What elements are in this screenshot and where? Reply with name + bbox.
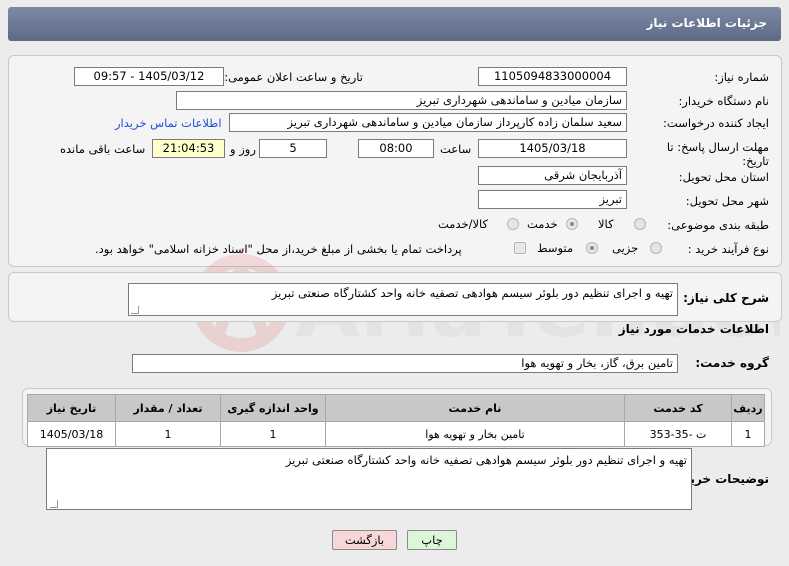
announce-date-label: تاریخ و ساعت اعلان عمومی: — [224, 70, 363, 84]
process-label: نوع فرآیند خرید : — [687, 242, 769, 256]
deadline-label: مهلت ارسال پاسخ: تا تاریخ: — [666, 140, 769, 168]
category-label: طبقه بندی موضوعی: — [667, 218, 769, 232]
deadline-time-label: ساعت — [440, 142, 472, 156]
creator-label: ایجاد کننده درخواست: — [663, 116, 769, 130]
payment-note: پرداخت تمام یا بخشی از مبلغ خرید،از محل … — [95, 242, 462, 256]
back-button[interactable]: بازگشت — [332, 530, 397, 550]
province-field: آذربایجان شرقی — [478, 166, 627, 185]
treasury-checkbox[interactable] — [514, 242, 526, 254]
table-header-row: ردیف کد خدمت نام خدمت واحد اندازه گیری ت… — [27, 394, 765, 422]
category-option-goods: کالا — [598, 217, 614, 231]
buyer-notes-resize-handle[interactable] — [50, 500, 58, 508]
col-unit: واحد اندازه گیری — [220, 394, 326, 422]
cell-service-name: تامین بخار و تهویه هوا — [325, 421, 625, 447]
city-label: شهر محل تحویل: — [685, 194, 769, 208]
table-row: 1 ت -35-353 تامین بخار و تهویه هوا 1 1 1… — [27, 421, 765, 447]
buyer-org-label: نام دستگاه خریدار: — [678, 94, 769, 108]
cell-need-date: 1405/03/18 — [27, 421, 116, 447]
need-number-label: شماره نیاز: — [714, 70, 769, 84]
buyer-notes-field: تهیه و اجرای تنظیم دور بلوئر سیسم هوادهی… — [46, 448, 692, 510]
summary-resize-handle[interactable] — [131, 306, 139, 314]
cell-row-number: 1 — [731, 421, 765, 447]
days-label: روز و — [230, 142, 256, 156]
col-quantity: تعداد / مقدار — [115, 394, 221, 422]
process-radio-medium[interactable] — [586, 242, 598, 254]
summary-field: تهیه و اجرای تنظیم دور بلوئر سیسم هوادهی… — [128, 283, 678, 316]
province-label: استان محل تحویل: — [678, 170, 769, 184]
announce-date-field: 1405/03/12 - 09:57 — [74, 67, 224, 86]
remaining-time-field: 21:04:53 — [152, 139, 225, 158]
services-section-title: اطلاعات خدمات مورد نیاز — [618, 322, 769, 336]
service-group-field: تامین برق، گاز، بخار و تهویه هوا — [132, 354, 678, 373]
cell-service-code: ت -35-353 — [624, 421, 732, 447]
creator-field: سعید سلمان زاده کارپرداز سازمان میادین و… — [229, 113, 627, 132]
page-title: جزئیات اطلاعات نیاز — [646, 16, 767, 30]
category-option-service: خدمت — [527, 217, 558, 231]
cell-unit: 1 — [220, 421, 326, 447]
service-group-label: گروه خدمت: — [695, 356, 769, 370]
category-radio-service[interactable] — [566, 218, 578, 230]
contact-buyer-link[interactable]: اطلاعات تماس خریدار — [115, 116, 222, 130]
process-option-medium: متوسط — [537, 241, 574, 255]
process-option-minor: جزیی — [612, 241, 639, 255]
need-number-field: 1105094833000004 — [478, 67, 627, 86]
category-radio-goods-service[interactable] — [507, 218, 519, 230]
col-service-name: نام خدمت — [325, 394, 625, 422]
summary-label: شرح کلی نیاز: — [683, 291, 769, 305]
print-button[interactable]: چاپ — [407, 530, 457, 550]
process-radio-minor[interactable] — [650, 242, 662, 254]
col-need-date: تاریخ نیاز — [27, 394, 116, 422]
buyer-org-field: سازمان میادین و ساماندهی شهرداری تبریز — [176, 91, 627, 110]
remaining-label: ساعت باقی مانده — [60, 142, 146, 156]
category-option-goods-service: کالا/خدمت — [438, 217, 489, 231]
category-radio-goods[interactable] — [634, 218, 646, 230]
cell-quantity: 1 — [115, 421, 221, 447]
page-header: جزئیات اطلاعات نیاز — [8, 7, 781, 41]
col-service-code: کد خدمت — [624, 394, 732, 422]
col-row-number: ردیف — [731, 394, 765, 422]
remaining-days-field: 5 — [259, 139, 327, 158]
deadline-time-field: 08:00 — [358, 139, 434, 158]
services-table: ردیف کد خدمت نام خدمت واحد اندازه گیری ت… — [27, 394, 765, 447]
city-field: تبریز — [478, 190, 627, 209]
deadline-date-field: 1405/03/18 — [478, 139, 627, 158]
